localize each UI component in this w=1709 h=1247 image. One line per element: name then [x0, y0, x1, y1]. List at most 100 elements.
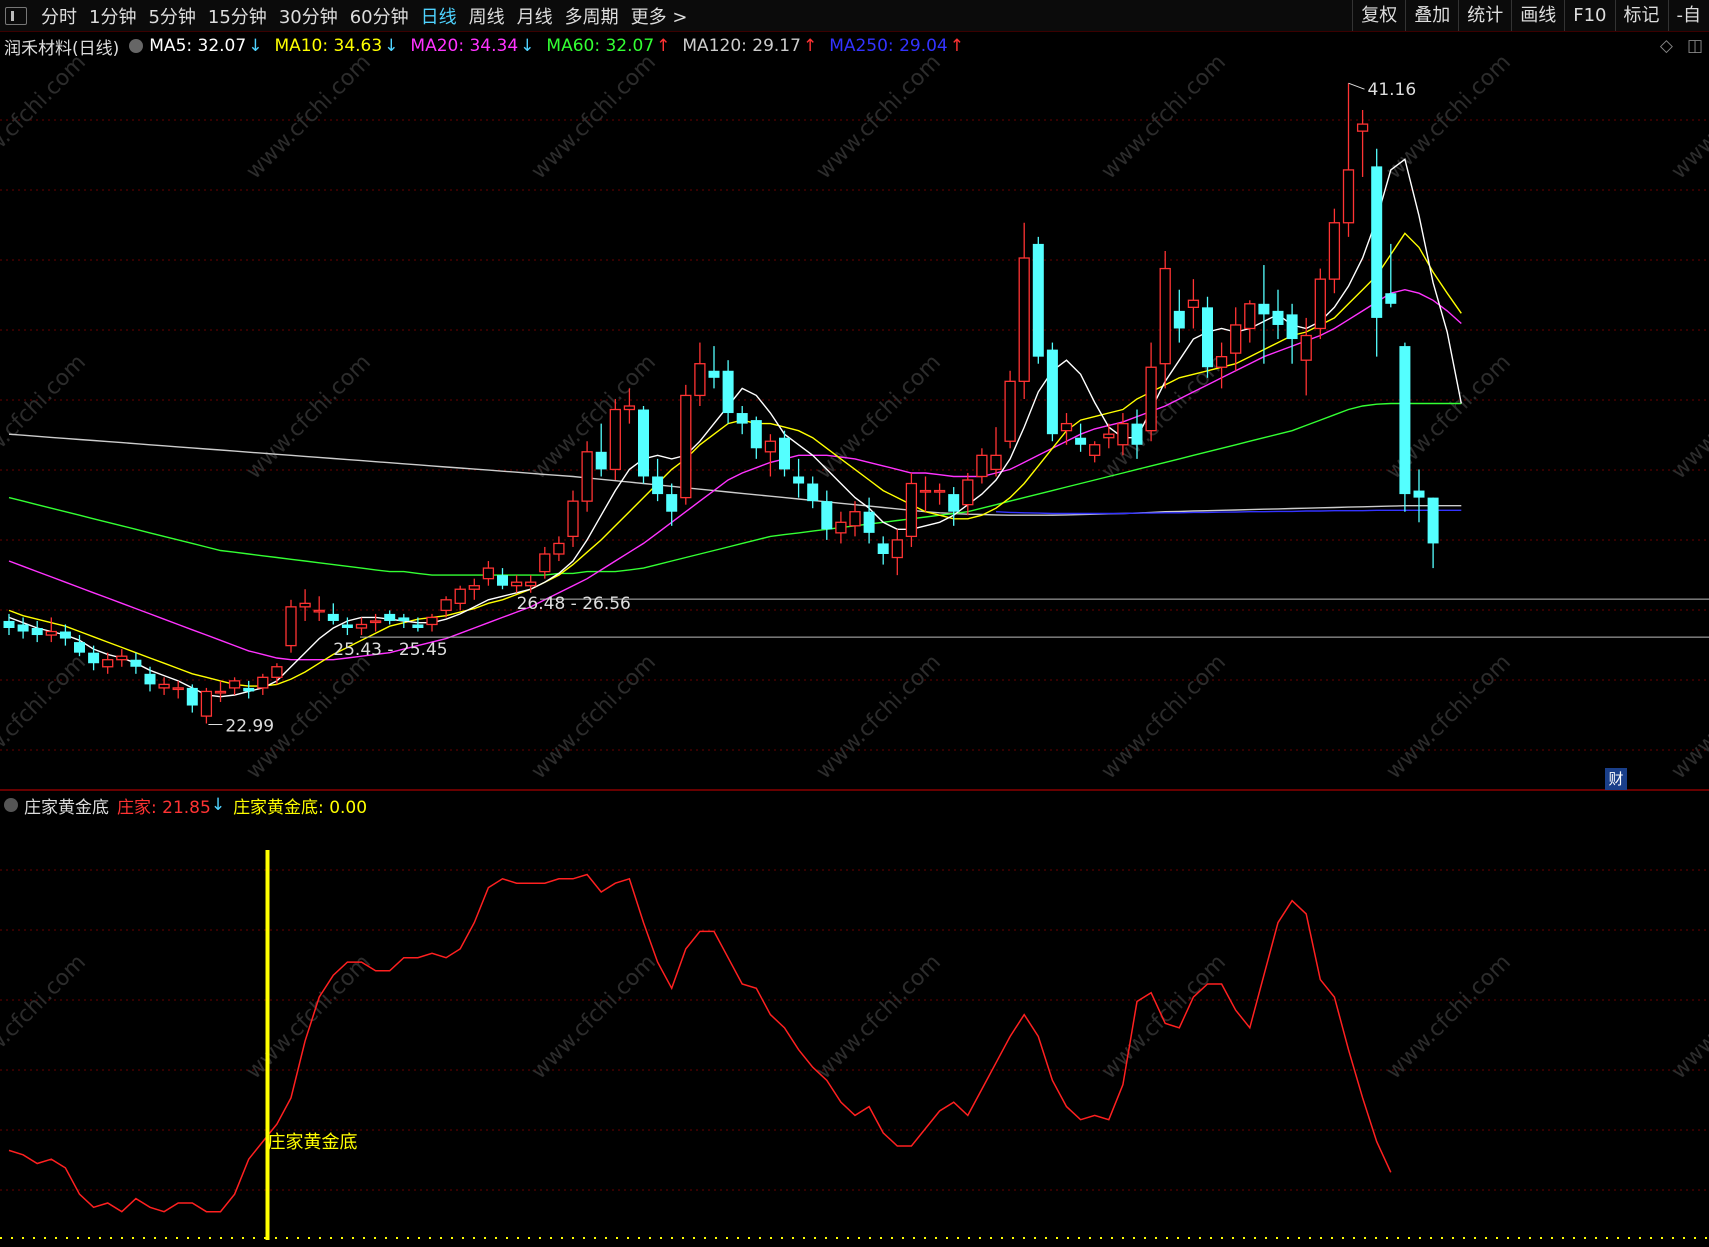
candle — [750, 416, 762, 459]
candle — [694, 342, 706, 406]
candle — [764, 434, 777, 477]
candle-body — [1018, 257, 1030, 382]
candle — [708, 346, 720, 389]
candle-body — [1060, 422, 1073, 432]
candle — [567, 490, 579, 547]
candle-body — [454, 588, 466, 604]
candle-body — [341, 624, 353, 628]
candle-body — [497, 575, 508, 586]
candle — [891, 529, 903, 576]
candle-body — [313, 609, 325, 613]
candle-body — [31, 628, 43, 636]
candle — [1187, 279, 1200, 329]
candle-body — [990, 454, 1002, 471]
finance-badge[interactable]: 财 — [1605, 768, 1627, 790]
candle — [144, 666, 156, 692]
candle — [539, 546, 551, 579]
candle-body — [891, 539, 903, 559]
candle-body — [186, 687, 198, 706]
candle — [31, 620, 43, 643]
indicator-toggle-icon[interactable] — [4, 798, 18, 812]
watermark-text: www.cfchi.com — [1382, 950, 1516, 1084]
candle-body — [750, 420, 762, 449]
candle-body — [45, 630, 57, 636]
candle-body — [369, 620, 382, 624]
candle — [948, 487, 960, 526]
candle — [1145, 342, 1157, 442]
watermark-text: www.cfchi.com — [242, 50, 376, 184]
candle — [398, 613, 410, 628]
candle — [313, 596, 325, 621]
candle — [1427, 497, 1439, 569]
candle-body — [962, 479, 974, 506]
watermark-text: www.cfchi.com — [527, 650, 661, 784]
candle-body — [1427, 497, 1439, 544]
candle — [116, 649, 128, 667]
candle-body — [440, 599, 452, 612]
candle-body — [17, 624, 29, 632]
candle-body — [88, 652, 100, 664]
candle — [327, 603, 339, 625]
candle-body — [1215, 356, 1228, 368]
candle-body — [567, 500, 579, 538]
candle-body — [243, 687, 255, 692]
candle — [1413, 469, 1425, 523]
candle-body — [1004, 380, 1016, 442]
candle-body — [1103, 433, 1115, 439]
candle-body — [835, 521, 847, 534]
candle-body — [1159, 267, 1171, 365]
candle-body — [948, 494, 960, 512]
candle-body — [863, 511, 875, 533]
candle — [1342, 83, 1355, 237]
indicator-title: 庄家黄金底 — [24, 797, 109, 818]
candle — [1371, 148, 1383, 357]
candle — [454, 585, 466, 611]
candle — [172, 680, 184, 699]
candle-body — [1131, 423, 1143, 445]
candle — [595, 423, 607, 477]
candle-body — [172, 687, 184, 691]
candle — [638, 406, 649, 484]
candle — [1328, 208, 1341, 294]
candle — [1103, 423, 1115, 449]
watermark-text: www.cfchi.com — [1382, 50, 1516, 184]
candle-body — [412, 624, 424, 628]
candle — [609, 398, 621, 480]
candle-body — [510, 581, 523, 587]
ma10-line — [8, 232, 1462, 687]
candle-body — [228, 680, 241, 689]
candle — [1314, 268, 1326, 340]
watermark-text: www.cfchi.com — [0, 350, 91, 484]
watermark-text: www.cfchi.com — [812, 650, 946, 784]
candle — [976, 448, 988, 484]
candle-body — [779, 437, 790, 470]
candle-body — [1356, 123, 1369, 132]
candle-body — [680, 394, 692, 499]
candle-body — [877, 543, 889, 554]
candle-body — [919, 489, 932, 493]
candle-body — [821, 501, 833, 530]
candle — [722, 360, 734, 424]
candle-body — [1145, 366, 1157, 432]
candle-body — [59, 631, 71, 639]
candle-body — [116, 655, 128, 661]
candle-body — [3, 620, 15, 628]
candle-body — [1032, 243, 1044, 357]
candle — [497, 568, 508, 590]
candle — [1173, 289, 1185, 343]
watermark-text: www.cfchi.com — [0, 950, 91, 1084]
candle — [1046, 342, 1058, 442]
candle-body — [933, 489, 946, 493]
candle — [1272, 289, 1284, 340]
candle — [243, 680, 255, 699]
candle — [3, 613, 15, 636]
candle-body — [1314, 278, 1326, 330]
candle-body — [257, 676, 269, 689]
candle — [1244, 300, 1256, 343]
candle — [285, 599, 297, 653]
candle — [652, 458, 664, 502]
candle — [1018, 222, 1030, 399]
candle — [962, 472, 974, 516]
candle — [933, 483, 946, 505]
golden-value: 庄家黄金底: 0.00 — [233, 797, 368, 818]
